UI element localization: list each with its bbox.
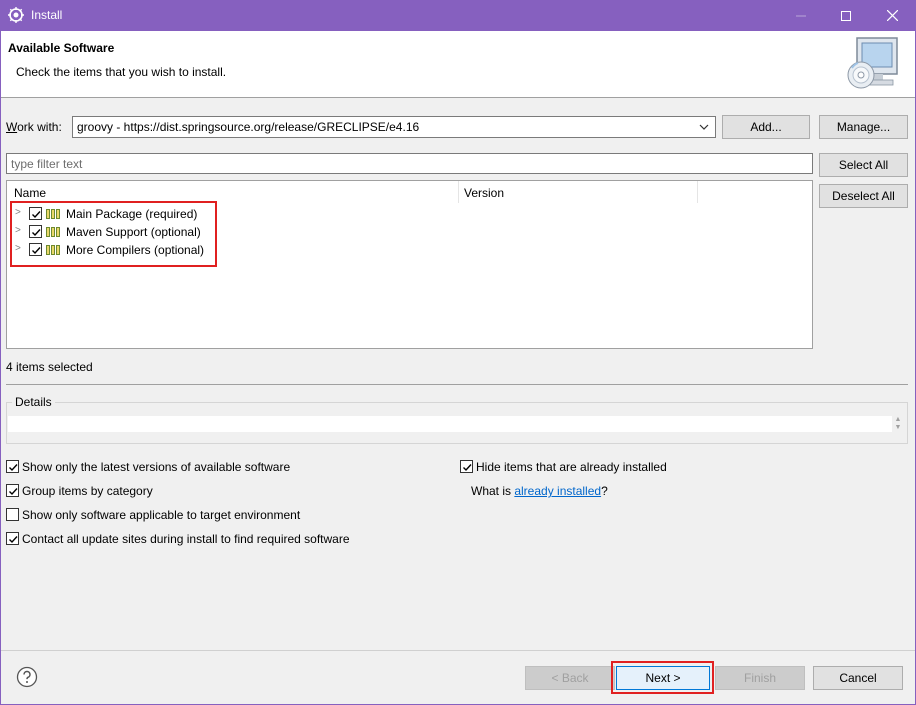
items-highlight-box — [10, 201, 217, 267]
add-site-button[interactable]: Add... — [722, 115, 810, 139]
cancel-button[interactable]: Cancel — [813, 666, 903, 690]
window-title: Install — [31, 8, 63, 22]
cancel-label: Cancel — [839, 671, 877, 685]
finish-button[interactable]: Finish — [715, 666, 805, 690]
close-window-button[interactable] — [869, 0, 915, 31]
checkmark-icon — [9, 464, 18, 472]
separator — [6, 384, 908, 385]
help-icon[interactable] — [16, 666, 38, 688]
hide-installed-checkbox[interactable] — [460, 460, 473, 473]
what-is-installed-text: What is already installed? — [471, 484, 608, 498]
what-is-prefix: What is — [471, 484, 515, 498]
version-column-header[interactable]: Version — [459, 181, 698, 203]
back-label: < Back — [551, 671, 589, 685]
select-all-label: Select All — [838, 158, 889, 172]
version-column-label: Version — [464, 186, 505, 200]
manage-sites-label: Manage... — [836, 120, 891, 134]
maximize-button[interactable] — [823, 0, 869, 31]
manage-sites-button[interactable]: Manage... — [819, 115, 908, 139]
minimize-button[interactable] — [778, 0, 824, 31]
details-text-area[interactable] — [8, 416, 892, 432]
details-scrollbar[interactable]: ▲ ▼ — [893, 416, 903, 432]
group-by-category-label[interactable]: Group items by category — [22, 484, 153, 498]
name-column-label: Name — [14, 186, 47, 200]
details-label: Details — [12, 395, 55, 409]
selection-status: 4 items selected — [6, 360, 93, 374]
latest-versions-checkbox[interactable] — [6, 460, 19, 473]
applicable-only-label[interactable]: Show only software applicable to target … — [22, 508, 300, 522]
work-with-label: Work with: — [6, 120, 62, 134]
page-title: Available Software — [8, 41, 115, 55]
filter-placeholder: type filter text — [11, 157, 83, 171]
finish-label: Finish — [743, 671, 776, 685]
work-with-value: groovy - https://dist.springsource.org/r… — [77, 120, 420, 134]
maximize-icon — [841, 10, 851, 21]
hide-installed-label[interactable]: Hide items that are already installed — [476, 460, 667, 474]
wizard-header: Available Software Check the items that … — [1, 31, 915, 98]
title-bar: Install — [0, 0, 916, 31]
back-button[interactable]: < Back — [525, 666, 615, 690]
page-description: Check the items that you wish to install… — [16, 65, 227, 79]
group-by-category-checkbox[interactable] — [6, 484, 19, 497]
latest-versions-label[interactable]: Show only the latest versions of availab… — [22, 460, 290, 474]
eclipse-icon — [8, 7, 24, 23]
next-highlight-box — [611, 661, 714, 694]
contact-sites-label[interactable]: Contact all update sites during install … — [22, 532, 350, 546]
what-is-suffix: ? — [601, 484, 608, 498]
name-column-header[interactable]: Name — [7, 181, 459, 203]
close-icon — [886, 10, 898, 21]
deselect-all-button[interactable]: Deselect All — [819, 184, 908, 208]
applicable-only-checkbox[interactable] — [6, 508, 19, 521]
filter-input[interactable]: type filter text — [6, 153, 813, 174]
footer-separator — [1, 650, 915, 651]
chevron-down-icon — [699, 124, 709, 130]
already-installed-link[interactable]: already installed — [514, 484, 601, 498]
checkmark-icon — [9, 488, 18, 496]
install-banner-icon — [847, 37, 898, 89]
checkmark-icon — [463, 464, 472, 472]
add-site-label: Add... — [750, 120, 782, 134]
select-all-button[interactable]: Select All — [819, 153, 908, 177]
checkmark-icon — [9, 536, 18, 544]
work-with-combo[interactable]: groovy - https://dist.springsource.org/r… — [72, 116, 716, 138]
contact-sites-checkbox[interactable] — [6, 532, 19, 545]
minimize-icon — [796, 15, 806, 16]
deselect-all-label: Deselect All — [832, 189, 895, 203]
